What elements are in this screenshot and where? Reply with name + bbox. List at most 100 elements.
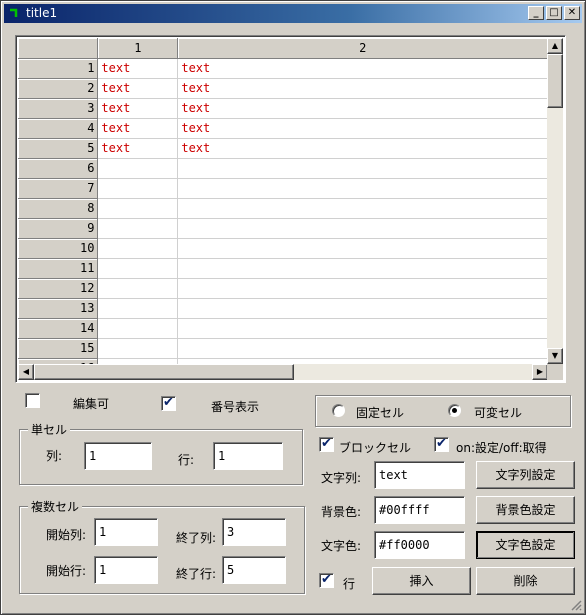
- grid-cell[interactable]: [177, 318, 548, 339]
- vertical-scroll-thumb[interactable]: [547, 54, 563, 108]
- start-col-input[interactable]: 1: [94, 518, 158, 546]
- on-off-checkbox[interactable]: ✔: [434, 437, 449, 452]
- bg-color-input[interactable]: #00ffff: [374, 496, 465, 524]
- row-header[interactable]: 1: [18, 58, 99, 79]
- block-cell-checkbox[interactable]: ✔: [319, 437, 334, 452]
- data-grid[interactable]: 1 2 1 text text 2 text text 3 text text 4 text text…: [15, 35, 566, 383]
- row-header[interactable]: 13: [18, 298, 99, 319]
- grid-cell[interactable]: [97, 278, 179, 299]
- row-header[interactable]: 5: [18, 138, 99, 159]
- scroll-down-button[interactable]: ▼: [547, 348, 563, 364]
- grid-cell[interactable]: [177, 278, 548, 299]
- row-header[interactable]: 3: [18, 98, 99, 119]
- grid-cell[interactable]: text: [97, 98, 179, 119]
- show-numbers-checkbox[interactable]: ✔: [161, 396, 176, 411]
- grid-cell[interactable]: [97, 218, 179, 239]
- column-header-1[interactable]: 1: [97, 38, 179, 59]
- set-text-button[interactable]: 文字列設定: [476, 461, 575, 489]
- grid-cell[interactable]: [97, 158, 179, 179]
- grid-row[interactable]: 7: [18, 178, 548, 199]
- grid-cell[interactable]: text: [177, 58, 548, 79]
- grid-row[interactable]: 2 text text: [18, 78, 548, 99]
- row-header[interactable]: 10: [18, 238, 99, 259]
- grid-cell[interactable]: [177, 298, 548, 319]
- grid-cell[interactable]: text: [177, 78, 548, 99]
- set-fg-color-button[interactable]: 文字色設定: [476, 531, 575, 559]
- grid-row[interactable]: 1 text text: [18, 58, 548, 79]
- scroll-up-button[interactable]: ▲: [547, 38, 563, 54]
- grid-cell[interactable]: [177, 218, 548, 239]
- grid-cell[interactable]: [97, 178, 179, 199]
- row-header[interactable]: 4: [18, 118, 99, 139]
- grid-cell[interactable]: [97, 338, 179, 359]
- grid-cell[interactable]: text: [177, 138, 548, 159]
- delete-button[interactable]: 削除: [476, 567, 575, 595]
- fixed-cell-radio[interactable]: [332, 404, 345, 417]
- grid-row[interactable]: 13: [18, 298, 548, 319]
- close-button[interactable]: ✕: [564, 6, 580, 20]
- grid-row[interactable]: 8: [18, 198, 548, 219]
- row-header[interactable]: 11: [18, 258, 99, 279]
- grid-row[interactable]: 11: [18, 258, 548, 279]
- maximize-icon: □: [549, 7, 559, 18]
- minimize-button[interactable]: _: [528, 6, 544, 20]
- grid-cell[interactable]: text: [177, 98, 548, 119]
- insert-button[interactable]: 挿入: [372, 567, 471, 595]
- row-header[interactable]: 9: [18, 218, 99, 239]
- column-header-2[interactable]: 2: [177, 38, 548, 59]
- grid-corner-header[interactable]: [18, 38, 99, 59]
- grid-cell[interactable]: text: [97, 118, 179, 139]
- grid-cell[interactable]: [177, 238, 548, 259]
- grid-cell[interactable]: text: [97, 78, 179, 99]
- text-input[interactable]: text: [374, 461, 465, 489]
- grid-cell[interactable]: [97, 258, 179, 279]
- grid-cell[interactable]: text: [177, 118, 548, 139]
- grid-row[interactable]: 3 text text: [18, 98, 548, 119]
- row-header[interactable]: 8: [18, 198, 99, 219]
- editable-checkbox[interactable]: [25, 393, 40, 408]
- grid-cell[interactable]: [177, 258, 548, 279]
- grid-row[interactable]: 15: [18, 338, 548, 359]
- row-header[interactable]: 6: [18, 158, 99, 179]
- col-input[interactable]: 1: [84, 442, 152, 470]
- row-header[interactable]: 7: [18, 178, 99, 199]
- grid-row[interactable]: 5 text text: [18, 138, 548, 159]
- end-row-input[interactable]: 5: [222, 556, 286, 584]
- grid-row[interactable]: 4 text text: [18, 118, 548, 139]
- grid-cell[interactable]: [177, 178, 548, 199]
- resize-grip-icon[interactable]: [570, 599, 582, 611]
- grid-row[interactable]: 9: [18, 218, 548, 239]
- row-checkbox[interactable]: ✔: [319, 573, 334, 588]
- grid-cell[interactable]: [177, 198, 548, 219]
- grid-cell[interactable]: text: [97, 58, 179, 79]
- row-header[interactable]: 2: [18, 78, 99, 99]
- grid-cell[interactable]: [177, 158, 548, 179]
- vertical-scrollbar[interactable]: ▲ ▼: [547, 38, 563, 364]
- fg-color-input[interactable]: #ff0000: [374, 531, 465, 559]
- scroll-left-button[interactable]: ◀: [18, 364, 34, 380]
- grid-cell[interactable]: [97, 198, 179, 219]
- end-col-input[interactable]: 3: [222, 518, 286, 546]
- title-bar[interactable]: title1 _ □ ✕: [4, 4, 582, 23]
- grid-cell[interactable]: [97, 238, 179, 259]
- horizontal-scrollbar[interactable]: ◀ ▶: [18, 364, 548, 380]
- horizontal-scroll-thumb[interactable]: [34, 364, 294, 380]
- scroll-right-button[interactable]: ▶: [532, 364, 548, 380]
- grid-viewport[interactable]: 1 2 1 text text 2 text text 3 text text 4 text text…: [18, 38, 548, 364]
- grid-row[interactable]: 12: [18, 278, 548, 299]
- row-header[interactable]: 15: [18, 338, 99, 359]
- maximize-button[interactable]: □: [546, 6, 562, 20]
- variable-cell-radio[interactable]: [448, 404, 461, 417]
- set-bg-color-button[interactable]: 背景色設定: [476, 496, 575, 524]
- grid-row[interactable]: 6: [18, 158, 548, 179]
- grid-cell[interactable]: [97, 298, 179, 319]
- grid-cell[interactable]: [97, 318, 179, 339]
- grid-cell[interactable]: [177, 338, 548, 359]
- row-header[interactable]: 14: [18, 318, 99, 339]
- row-input[interactable]: 1: [213, 442, 283, 470]
- grid-row[interactable]: 10: [18, 238, 548, 259]
- grid-row[interactable]: 14: [18, 318, 548, 339]
- row-header[interactable]: 12: [18, 278, 99, 299]
- grid-cell[interactable]: text: [97, 138, 179, 159]
- start-row-input[interactable]: 1: [94, 556, 158, 584]
